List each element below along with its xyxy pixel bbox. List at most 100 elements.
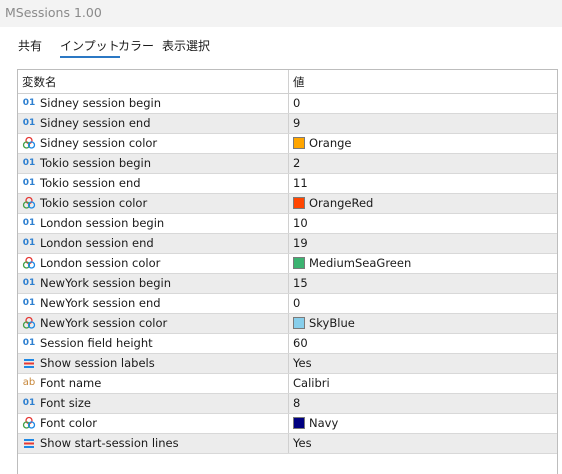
- parameter-row[interactable]: 01 Sidney session end 9: [18, 114, 557, 134]
- parameter-name: NewYork session color: [40, 316, 168, 330]
- parameter-value: Navy: [309, 416, 339, 430]
- parameter-value: 8: [293, 396, 301, 410]
- parameter-row[interactable]: 01 London session begin 10: [18, 214, 557, 234]
- parameter-row[interactable]: 01 Session field height 60: [18, 334, 557, 354]
- parameter-row[interactable]: London session color MediumSeaGreen: [18, 254, 557, 274]
- parameter-name: Tokio session color: [40, 196, 148, 210]
- tab-inputs[interactable]: インプット: [60, 37, 120, 58]
- parameter-name: Show session labels: [40, 356, 155, 370]
- parameter-row[interactable]: NewYork session color SkyBlue: [18, 314, 557, 334]
- parameter-value-cell[interactable]: 10: [288, 214, 557, 233]
- parameter-value: Orange: [309, 136, 352, 150]
- parameter-row[interactable]: Show session labels Yes: [18, 354, 557, 374]
- parameter-row[interactable]: 01 London session end 19: [18, 234, 557, 254]
- parameter-value: 15: [293, 276, 308, 290]
- grid-header: 変数名 値: [18, 70, 557, 94]
- parameter-name-cell: 01 NewYork session end: [22, 294, 286, 313]
- parameter-name-cell: Tokio session color: [22, 194, 286, 213]
- parameter-value-cell[interactable]: 0: [288, 94, 557, 113]
- parameter-row[interactable]: 01 Tokio session begin 2: [18, 154, 557, 174]
- parameter-row[interactable]: Font color Navy: [18, 414, 557, 434]
- parameter-value-cell[interactable]: Navy: [288, 414, 557, 433]
- color-swatch[interactable]: [293, 316, 305, 329]
- color-swatch[interactable]: [293, 256, 305, 269]
- column-header-value[interactable]: 値: [288, 70, 557, 93]
- parameter-value: 19: [293, 236, 308, 250]
- enum-icon: [22, 436, 36, 450]
- parameter-value-cell[interactable]: 11: [288, 174, 557, 193]
- parameter-name-cell: 01 NewYork session begin: [22, 274, 286, 293]
- parameter-name-cell: Sidney session color: [22, 134, 286, 153]
- parameter-value: 9: [293, 116, 301, 130]
- parameter-row[interactable]: 01 NewYork session begin 15: [18, 274, 557, 294]
- parameter-name-cell: 01 Sidney session begin: [22, 94, 286, 113]
- parameter-name: NewYork session begin: [40, 276, 172, 290]
- color-icon: [22, 256, 36, 270]
- parameter-row[interactable]: Show start-session lines Yes: [18, 434, 557, 454]
- color-swatch[interactable]: [293, 416, 305, 429]
- parameter-row[interactable]: 01 NewYork session end 0: [18, 294, 557, 314]
- tab-colors[interactable]: カラー: [118, 37, 154, 54]
- parameter-name-cell: 01 Font size: [22, 394, 286, 413]
- parameter-value-cell[interactable]: 60: [288, 334, 557, 353]
- parameter-value: 0: [293, 96, 301, 110]
- parameter-value-cell[interactable]: Orange: [288, 134, 557, 153]
- parameter-row[interactable]: 01 Tokio session end 11: [18, 174, 557, 194]
- parameter-name: Tokio session begin: [40, 156, 152, 170]
- int-icon: 01: [22, 157, 36, 168]
- int-icon: 01: [22, 177, 36, 188]
- title-bar: MSessions 1.00: [0, 0, 562, 27]
- column-header-variable[interactable]: 変数名: [22, 70, 286, 93]
- parameter-row[interactable]: Sidney session color Orange: [18, 134, 557, 154]
- int-icon: 01: [22, 97, 36, 108]
- parameter-name: London session end: [40, 236, 154, 250]
- parameter-name: Font color: [40, 416, 98, 430]
- parameter-row[interactable]: 01 Sidney session begin 0: [18, 94, 557, 114]
- parameter-name: London session color: [40, 256, 161, 270]
- enum-icon: [22, 356, 36, 370]
- int-icon: 01: [22, 117, 36, 128]
- tab-bar: 共有 インプット カラー 表示選択: [0, 37, 562, 58]
- int-icon: 01: [22, 237, 36, 248]
- parameter-value-cell[interactable]: 9: [288, 114, 557, 133]
- parameter-value-cell[interactable]: MediumSeaGreen: [288, 254, 557, 273]
- parameter-name: Tokio session end: [40, 176, 141, 190]
- parameter-row[interactable]: Tokio session color OrangeRed: [18, 194, 557, 214]
- parameter-value-cell[interactable]: SkyBlue: [288, 314, 557, 333]
- parameter-name-cell: ab Font name: [22, 374, 286, 393]
- parameter-name-cell: Show start-session lines: [22, 434, 286, 453]
- parameter-name: Sidney session begin: [40, 96, 162, 110]
- parameter-value: Yes: [293, 356, 312, 370]
- parameter-value-cell[interactable]: 19: [288, 234, 557, 253]
- tab-visualization[interactable]: 表示選択: [162, 37, 210, 54]
- color-icon: [22, 196, 36, 210]
- tab-share[interactable]: 共有: [18, 37, 42, 54]
- color-swatch[interactable]: [293, 136, 305, 149]
- parameter-value: 11: [293, 176, 308, 190]
- parameter-value-cell[interactable]: Calibri: [288, 374, 557, 393]
- color-icon: [22, 136, 36, 150]
- parameter-name-cell: Show session labels: [22, 354, 286, 373]
- parameter-row[interactable]: ab Font name Calibri: [18, 374, 557, 394]
- parameter-name-cell: NewYork session color: [22, 314, 286, 333]
- parameter-name: Show start-session lines: [40, 436, 179, 450]
- color-icon: [22, 316, 36, 330]
- parameter-value: MediumSeaGreen: [309, 256, 412, 270]
- window-title: MSessions 1.00: [5, 5, 102, 20]
- parameter-value-cell[interactable]: 0: [288, 294, 557, 313]
- parameter-name-cell: 01 London session end: [22, 234, 286, 253]
- parameter-value: 0: [293, 296, 301, 310]
- parameter-value: OrangeRed: [309, 196, 374, 210]
- parameter-name: Font name: [40, 376, 102, 390]
- parameter-value-cell[interactable]: 15: [288, 274, 557, 293]
- parameter-name-cell: London session color: [22, 254, 286, 273]
- parameter-value-cell[interactable]: 8: [288, 394, 557, 413]
- parameter-row[interactable]: 01 Font size 8: [18, 394, 557, 414]
- parameter-value-cell[interactable]: OrangeRed: [288, 194, 557, 213]
- parameter-value-cell[interactable]: Yes: [288, 354, 557, 373]
- parameter-value-cell[interactable]: Yes: [288, 434, 557, 453]
- color-swatch[interactable]: [293, 196, 305, 209]
- parameter-value: 60: [293, 336, 308, 350]
- parameter-value-cell[interactable]: 2: [288, 154, 557, 173]
- parameter-name: Font size: [40, 396, 91, 410]
